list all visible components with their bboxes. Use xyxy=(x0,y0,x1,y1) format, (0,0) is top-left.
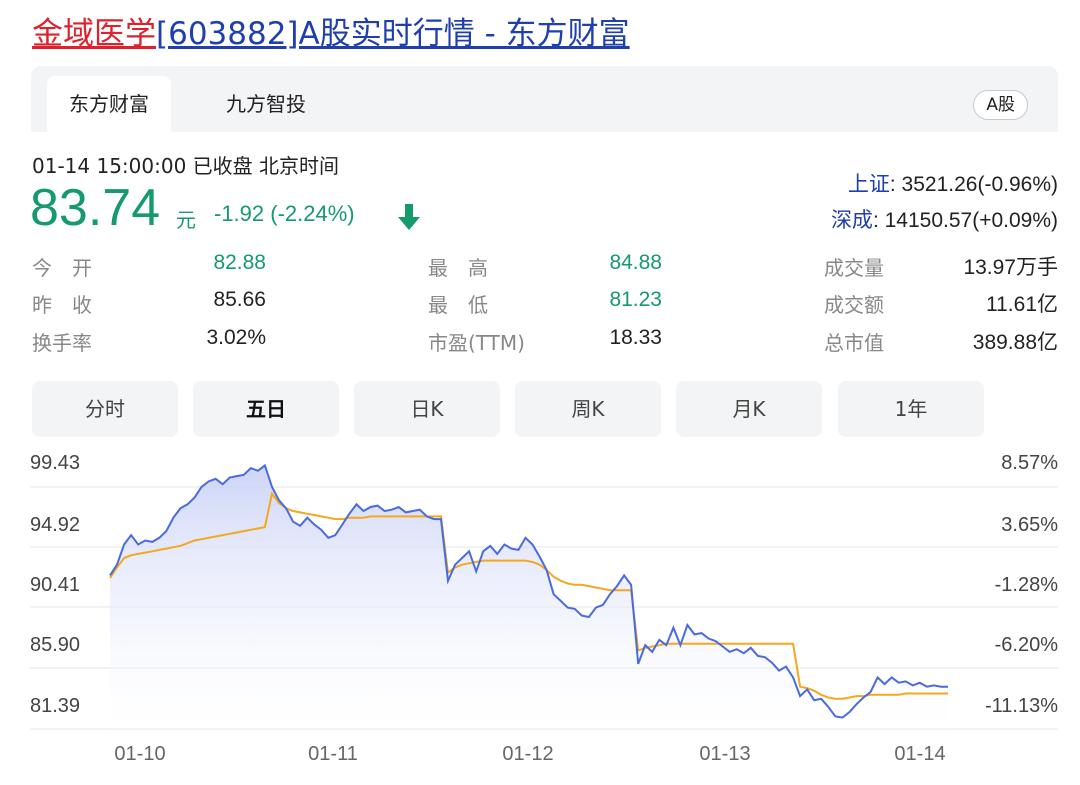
x-tick-4: 01-14 xyxy=(894,743,946,765)
x-tick-1: 01-11 xyxy=(308,743,358,765)
price-area-fill xyxy=(110,465,948,729)
x-tick-0: 01-10 xyxy=(114,743,166,765)
x-tick-2: 01-12 xyxy=(502,743,554,765)
five-day-price-chart[interactable] xyxy=(0,0,1080,785)
x-tick-3: 01-13 xyxy=(699,743,751,765)
